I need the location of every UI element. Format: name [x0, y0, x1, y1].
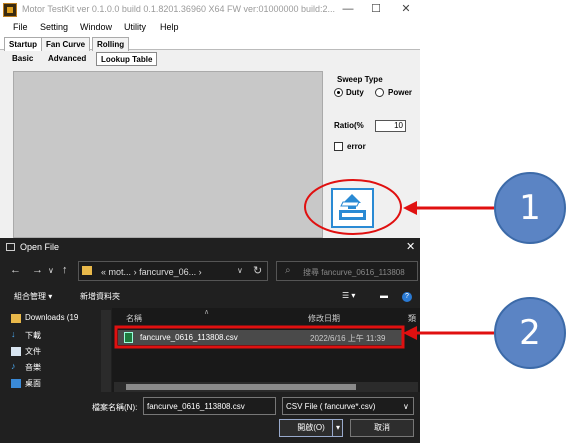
- annotation-overlay: [114, 179, 494, 349]
- callout-2: 2: [494, 297, 566, 369]
- arrowhead-1: [403, 201, 417, 215]
- highlight-box: [114, 325, 405, 349]
- highlight-ellipse: [304, 179, 402, 235]
- callout-1: 1: [494, 172, 566, 244]
- arrowhead-2: [403, 326, 417, 340]
